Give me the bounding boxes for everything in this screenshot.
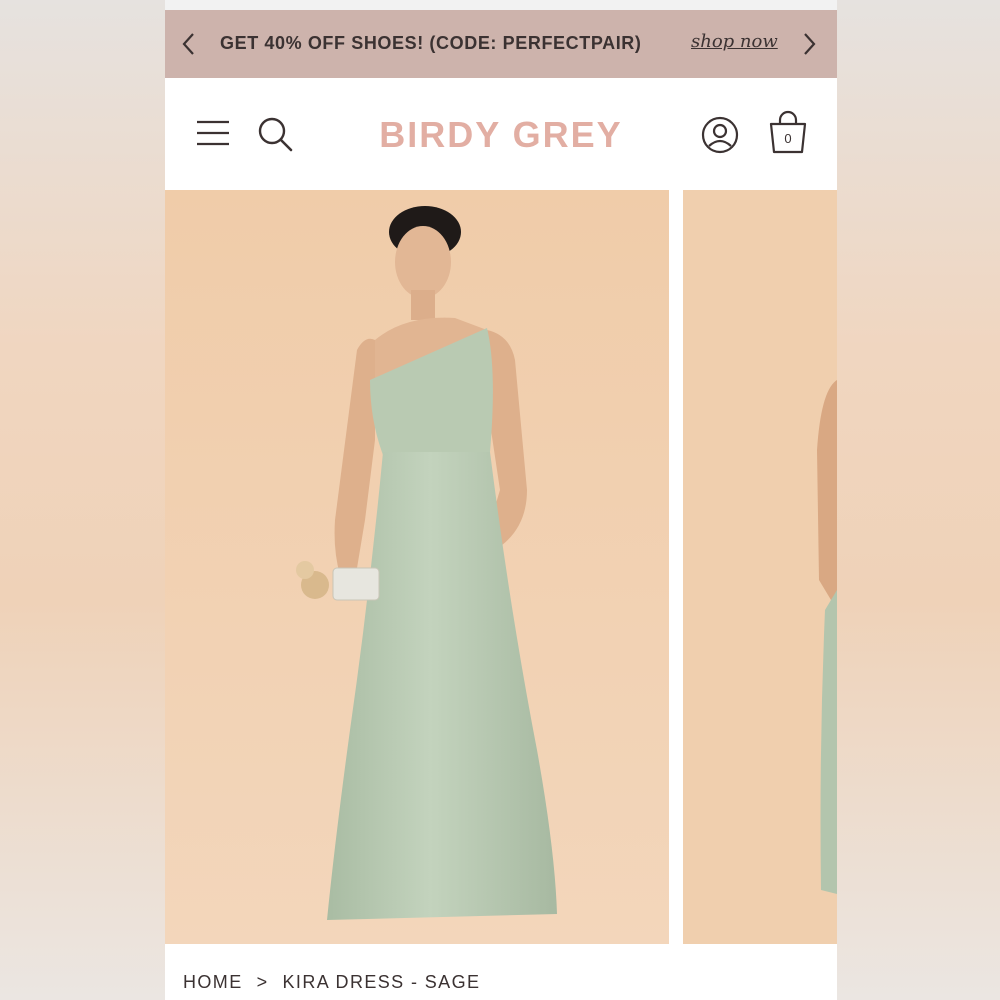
product-gallery[interactable] [165, 190, 837, 944]
bag-count: 0 [784, 131, 791, 146]
promo-text: GET 40% OFF SHOES! (CODE: PERFECTPAIR) [220, 33, 642, 53]
background-blur-left [0, 0, 165, 1000]
account-icon[interactable] [701, 116, 739, 154]
breadcrumb-separator: > [256, 972, 269, 992]
breadcrumb: HOME > KIRA DRESS - SAGE [183, 972, 480, 993]
promo-banner: GET 40% OFF SHOES! (CODE: PERFECTPAIR) s… [165, 10, 837, 78]
breadcrumb-current: KIRA DRESS - SAGE [282, 972, 481, 992]
chevron-left-icon[interactable] [179, 32, 199, 56]
product-image-main[interactable] [165, 190, 669, 944]
shop-now-link[interactable]: shop now [691, 31, 778, 52]
background-blur-right [837, 0, 1000, 1000]
shopping-bag-icon[interactable]: 0 [767, 110, 809, 154]
status-gap [165, 0, 837, 10]
chevron-right-icon[interactable] [799, 32, 819, 56]
site-header: BIRDY GREY 0 [165, 78, 837, 190]
breadcrumb-home[interactable]: HOME [183, 972, 243, 993]
product-image-next[interactable] [683, 190, 837, 944]
mobile-page: GET 40% OFF SHOES! (CODE: PERFECTPAIR) s… [165, 0, 837, 1000]
